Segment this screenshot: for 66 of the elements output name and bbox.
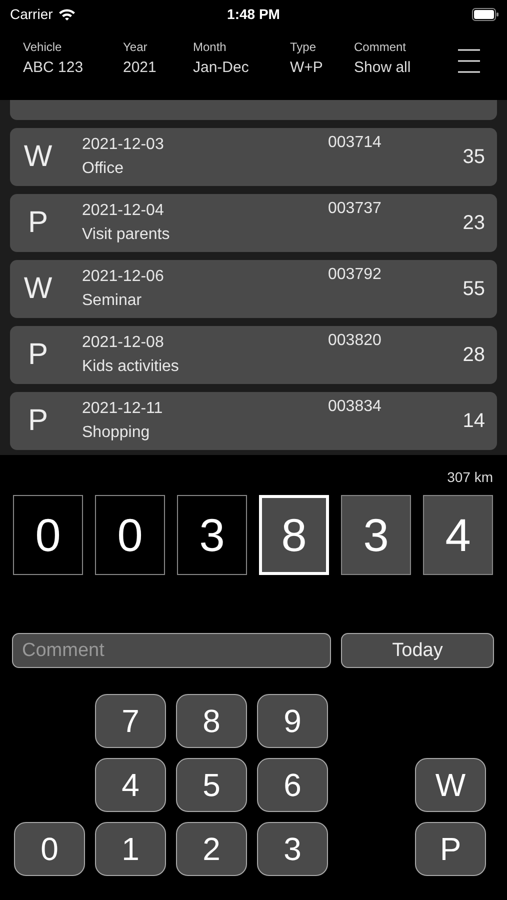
trip-type: P [26, 404, 49, 438]
keypad-key[interactable]: 8 [176, 694, 247, 748]
trip-distance: 35 [462, 146, 485, 168]
filter-label: Type [290, 40, 316, 54]
trip-comment: Seminar [82, 292, 142, 310]
trip-comment: Office [82, 160, 124, 178]
trip-type: P [26, 206, 49, 240]
filter-value[interactable]: ABC 123 [23, 59, 84, 76]
filter-value[interactable]: 2021 [123, 59, 156, 76]
trip-row[interactable]: P 2021-12-04 Visit parents 003737 23 [10, 194, 497, 252]
trip-date: 2021-12-11 [82, 400, 163, 418]
filter-label: Comment [354, 40, 406, 54]
odometer-digit[interactable]: 3 [177, 495, 247, 575]
wifi-icon [58, 8, 76, 20]
keypad-key[interactable]: 5 [176, 758, 247, 812]
keypad-key[interactable]: 3 [257, 822, 328, 876]
today-button[interactable]: Today [341, 633, 494, 668]
filter-label: Vehicle [23, 40, 62, 54]
total-distance: 307 km [447, 469, 493, 485]
keypad-key[interactable]: 2 [176, 822, 247, 876]
keypad-key[interactable]: 7 [95, 694, 166, 748]
keypad-key[interactable]: 1 [95, 822, 166, 876]
trip-type: W [22, 140, 54, 174]
filter-value[interactable]: Jan-Dec [193, 59, 249, 76]
trip-odometer: 003737 [328, 200, 382, 218]
type-key[interactable]: W [415, 758, 486, 812]
trip-distance: 14 [462, 410, 485, 432]
trip-distance: 28 [462, 344, 485, 366]
trip-distance: 23 [462, 212, 485, 234]
trip-odometer: 003834 [328, 398, 382, 416]
odometer-digit[interactable]: 8 [259, 495, 329, 575]
trip-row[interactable]: W 2021-12-03 Office 003714 35 [10, 128, 497, 186]
keypad-key[interactable]: 6 [257, 758, 328, 812]
clock-time: 1:48 PM [227, 6, 280, 22]
odometer-digit[interactable]: 4 [423, 495, 493, 575]
trip-type: W [22, 272, 54, 306]
keypad-key[interactable]: 9 [257, 694, 328, 748]
trip-date: 2021-12-06 [82, 268, 164, 286]
trip-type: P [26, 338, 49, 372]
trip-comment: Kids activities [82, 358, 179, 376]
filter-label: Year [123, 40, 148, 54]
keypad-key[interactable]: 0 [14, 822, 85, 876]
trip-comment: Visit parents [82, 226, 170, 244]
odometer-digit[interactable]: 3 [341, 495, 411, 575]
trip-comment: Shopping [82, 424, 150, 442]
filter-value[interactable]: W+P [290, 59, 323, 76]
comment-field[interactable]: Comment [12, 633, 331, 668]
trip-row[interactable]: P 2021-12-11 Shopping 003834 14 [10, 392, 497, 450]
filter-label: Month [193, 40, 226, 54]
trip-odometer: 003820 [328, 332, 382, 350]
battery-icon [472, 8, 499, 20]
menu-icon[interactable] [457, 48, 481, 74]
trip-date: 2021-12-04 [82, 202, 164, 220]
trip-odometer: 003792 [328, 266, 382, 284]
trip-date: 2021-12-08 [82, 334, 164, 352]
filter-value[interactable]: Show all [354, 59, 411, 76]
trip-date: 2021-12-03 [82, 136, 164, 154]
trip-row[interactable]: W 2021-12-06 Seminar 003792 55 [10, 260, 497, 318]
odometer-digit[interactable]: 0 [95, 495, 165, 575]
keypad-key[interactable]: 4 [95, 758, 166, 812]
trip-odometer: 003714 [328, 134, 382, 152]
trip-row[interactable]: P 2021-12-08 Kids activities 003820 28 [10, 326, 497, 384]
carrier-label: Carrier [10, 6, 53, 22]
odometer-digit[interactable]: 0 [13, 495, 83, 575]
type-key[interactable]: P [415, 822, 486, 876]
trip-distance: 55 [462, 278, 485, 300]
